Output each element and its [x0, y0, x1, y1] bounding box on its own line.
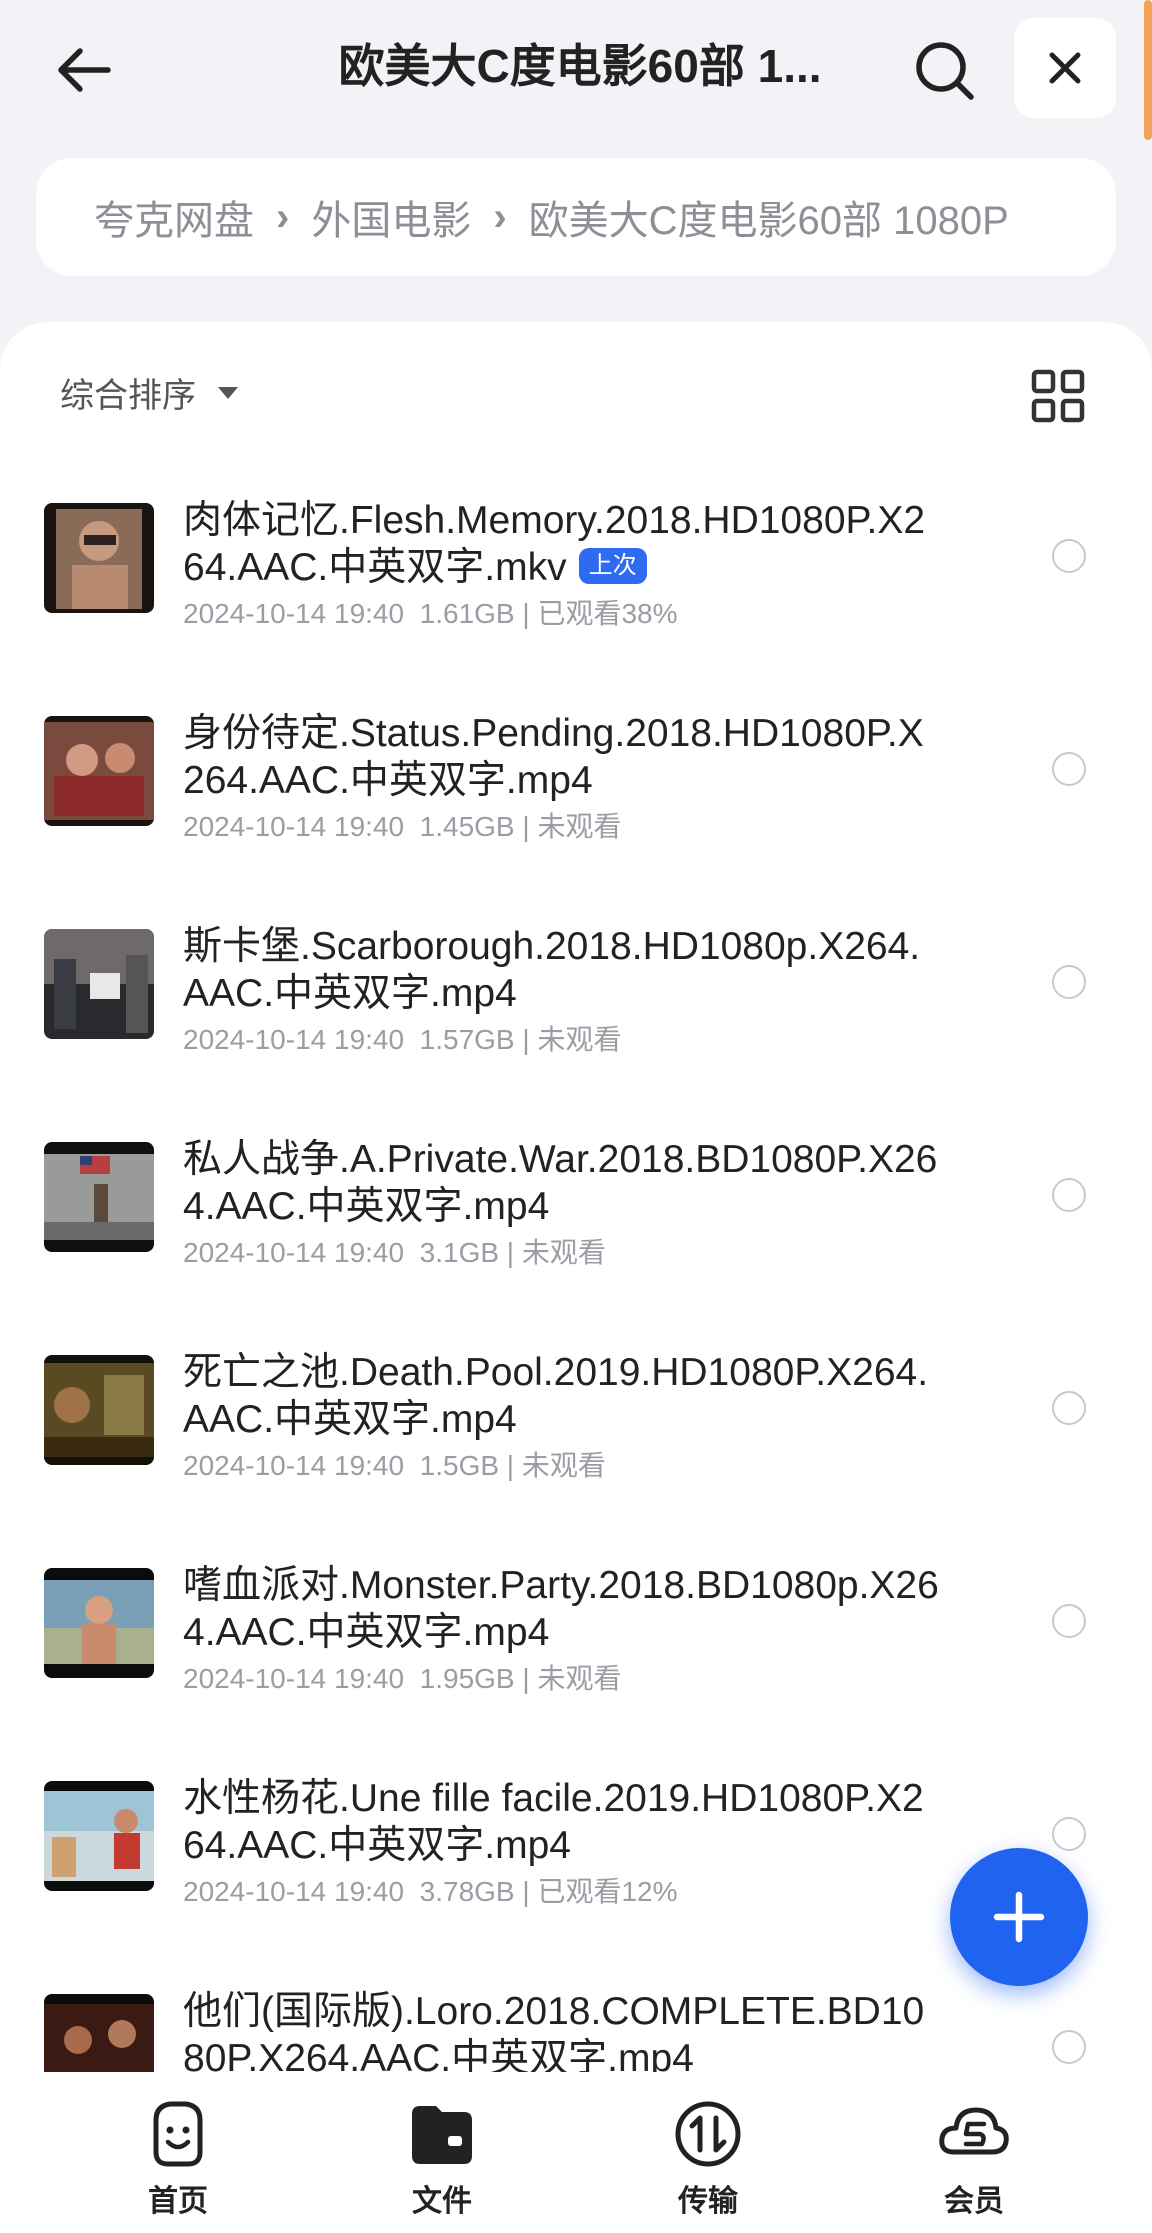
file-name: 肉体记忆.Flesh.Memory.2018.HD1080P.X264.AAC.…: [183, 499, 926, 589]
breadcrumb: 夸克网盘 › 外国电影 › 欧美大C度电影60部 1080P: [36, 158, 1116, 276]
page-title: 欧美大C度电影60部 1...: [338, 40, 822, 92]
breadcrumb-item-root[interactable]: 夸克网盘: [94, 188, 254, 246]
file-name: 斯卡堡.Scarborough.2018.HD1080p.X264.AAC.中英…: [183, 925, 921, 1015]
smile-face-icon: [153, 2101, 203, 2167]
close-icon: [1049, 52, 1081, 84]
caret-down-icon: [218, 386, 238, 399]
tab-home[interactable]: 首页: [108, 2094, 248, 2220]
bottom-tab-bar: 首页 文件 传输 会员: [0, 2072, 1152, 2233]
search-button[interactable]: [900, 26, 990, 116]
tab-label: 文件: [412, 2185, 472, 2218]
folder-icon: [412, 2106, 472, 2164]
file-name: 他们(国际版).Loro.2018.COMPLETE.BD1080P.X264.…: [183, 1990, 925, 2072]
video-thumbnail: [44, 1355, 154, 1465]
file-meta: 2024-10-14 19:40 3.1GB | 未观看: [183, 1237, 606, 1268]
cloud-member-icon: [939, 2107, 1009, 2155]
file-name: 身份待定.Status.Pending.2018.HD1080P.X264.AA…: [183, 712, 924, 802]
video-thumbnail: [44, 1781, 154, 1891]
file-row[interactable]: 嗜血派对.Monster.Party.2018.BD1080p.X264.AAC…: [0, 1532, 1152, 1745]
video-thumbnail: [44, 1994, 154, 2072]
grid-view-button[interactable]: [1030, 368, 1086, 424]
select-radio[interactable]: [1052, 1817, 1086, 1851]
file-meta: 2024-10-14 19:40 1.61GB | 已观看38%: [183, 598, 678, 629]
select-radio[interactable]: [1052, 1391, 1086, 1425]
scroll-indicator: [1144, 0, 1152, 140]
video-thumbnail: [44, 1568, 154, 1678]
file-name: 水性杨花.Une fille facile.2019.HD1080P.X264.…: [183, 1777, 924, 1867]
file-meta: 2024-10-14 19:40 3.78GB | 已观看12%: [183, 1876, 678, 1907]
breadcrumb-separator: ›: [276, 194, 290, 239]
tab-label: 首页: [148, 2185, 208, 2218]
transfer-icon: [675, 2101, 741, 2167]
file-row[interactable]: 肉体记忆.Flesh.Memory.2018.HD1080P.X264.AAC.…: [0, 467, 1152, 680]
file-meta: 2024-10-14 19:40 1.5GB | 未观看: [183, 1450, 606, 1481]
breadcrumb-item-current[interactable]: 欧美大C度电影60部 1080P: [529, 188, 1009, 246]
top-bar: 欧美大C度电影60部 1...: [0, 0, 1152, 140]
tab-transfer[interactable]: 传输: [638, 2094, 778, 2220]
video-thumbnail: [44, 1142, 154, 1252]
file-row[interactable]: 身份待定.Status.Pending.2018.HD1080P.X264.AA…: [0, 680, 1152, 893]
select-radio[interactable]: [1052, 965, 1086, 999]
add-button[interactable]: [950, 1848, 1088, 1986]
video-thumbnail: [44, 503, 154, 613]
breadcrumb-item-folder[interactable]: 外国电影: [311, 188, 471, 246]
file-list-panel: 综合排序 肉体记忆.Flesh.Memory.2018.HD1080P.X264…: [0, 322, 1152, 2072]
video-thumbnail: [44, 929, 154, 1039]
file-name: 私人战争.A.Private.War.2018.BD1080P.X264.AAC…: [183, 1138, 938, 1228]
file-list: 肉体记忆.Flesh.Memory.2018.HD1080P.X264.AAC.…: [0, 467, 1152, 2072]
plus-icon: [993, 1891, 1045, 1943]
file-meta: 2024-10-14 19:40 1.57GB | 未观看: [183, 1024, 622, 1055]
file-name: 死亡之池.Death.Pool.2019.HD1080P.X264.AAC.中英…: [183, 1351, 929, 1441]
close-button[interactable]: [1014, 18, 1116, 118]
file-row[interactable]: 私人战争.A.Private.War.2018.BD1080P.X264.AAC…: [0, 1106, 1152, 1319]
file-row[interactable]: 死亡之池.Death.Pool.2019.HD1080P.X264.AAC.中英…: [0, 1319, 1152, 1532]
select-radio[interactable]: [1052, 2030, 1086, 2064]
tab-member[interactable]: 会员: [904, 2094, 1044, 2220]
file-meta: 2024-10-14 19:40 1.45GB | 未观看: [183, 811, 622, 842]
arrow-left-icon: [58, 48, 111, 92]
breadcrumb-separator: ›: [493, 194, 507, 239]
select-radio[interactable]: [1052, 1178, 1086, 1212]
file-row[interactable]: 斯卡堡.Scarborough.2018.HD1080p.X264.AAC.中英…: [0, 893, 1152, 1106]
tab-label: 会员: [944, 2185, 1004, 2218]
back-button[interactable]: [44, 30, 124, 110]
sort-dropdown[interactable]: 综合排序: [60, 368, 238, 417]
video-thumbnail: [44, 716, 154, 826]
select-radio[interactable]: [1052, 1604, 1086, 1638]
tab-files[interactable]: 文件: [372, 2094, 512, 2220]
last-watched-badge: 上次: [578, 547, 647, 584]
tab-label: 传输: [678, 2185, 738, 2218]
search-icon: [916, 42, 974, 100]
file-meta: 2024-10-14 19:40 1.95GB | 未观看: [183, 1663, 622, 1694]
select-radio[interactable]: [1052, 539, 1086, 573]
grid-view-icon: [1031, 369, 1085, 423]
sort-label: 综合排序: [60, 377, 196, 415]
file-name: 嗜血派对.Monster.Party.2018.BD1080p.X264.AAC…: [183, 1564, 939, 1654]
select-radio[interactable]: [1052, 752, 1086, 786]
file-row[interactable]: 他们(国际版).Loro.2018.COMPLETE.BD1080P.X264.…: [0, 1958, 1152, 2072]
